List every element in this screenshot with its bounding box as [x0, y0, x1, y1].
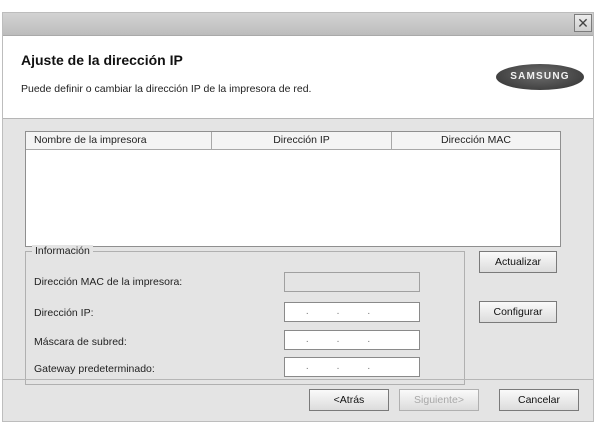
- close-icon[interactable]: ✕: [574, 14, 592, 32]
- gateway-label: Gateway predeterminado:: [34, 363, 155, 375]
- printer-list-table[interactable]: Nombre de la impresora Dirección IP Dire…: [25, 131, 561, 247]
- column-header-mac-address[interactable]: Dirección MAC: [392, 132, 560, 149]
- information-legend: Información: [32, 245, 93, 257]
- gateway-field[interactable]: ...: [284, 357, 420, 377]
- next-button[interactable]: Siguiente>: [399, 389, 479, 411]
- page-title: Ajuste de la dirección IP: [21, 52, 183, 68]
- table-header: Nombre de la impresora Dirección IP Dire…: [26, 132, 560, 150]
- dialog-window: ✕ Ajuste de la dirección IP Puede defini…: [2, 12, 594, 422]
- information-group: Información Dirección MAC de la impresor…: [25, 245, 465, 385]
- cancel-button[interactable]: Cancelar: [499, 389, 579, 411]
- column-header-ip-address[interactable]: Dirección IP: [212, 132, 392, 149]
- header-panel: Ajuste de la dirección IP Puede definir …: [3, 36, 593, 119]
- back-button[interactable]: <Atrás: [309, 389, 389, 411]
- samsung-logo: SAMSUNG: [496, 64, 584, 90]
- page-subtitle: Puede definir o cambiar la dirección IP …: [21, 83, 312, 95]
- mac-address-label: Dirección MAC de la impresora:: [34, 276, 183, 288]
- update-button[interactable]: Actualizar: [479, 251, 557, 273]
- footer-divider: [3, 379, 593, 380]
- ip-address-label: Dirección IP:: [34, 307, 94, 319]
- subnet-mask-field[interactable]: ...: [284, 330, 420, 350]
- mac-address-field: [284, 272, 420, 292]
- subnet-mask-label: Máscara de subred:: [34, 336, 127, 348]
- column-header-printer-name[interactable]: Nombre de la impresora: [26, 132, 212, 149]
- title-bar[interactable]: ✕: [3, 13, 593, 36]
- ip-address-field[interactable]: ...: [284, 302, 420, 322]
- configure-button[interactable]: Configurar: [479, 301, 557, 323]
